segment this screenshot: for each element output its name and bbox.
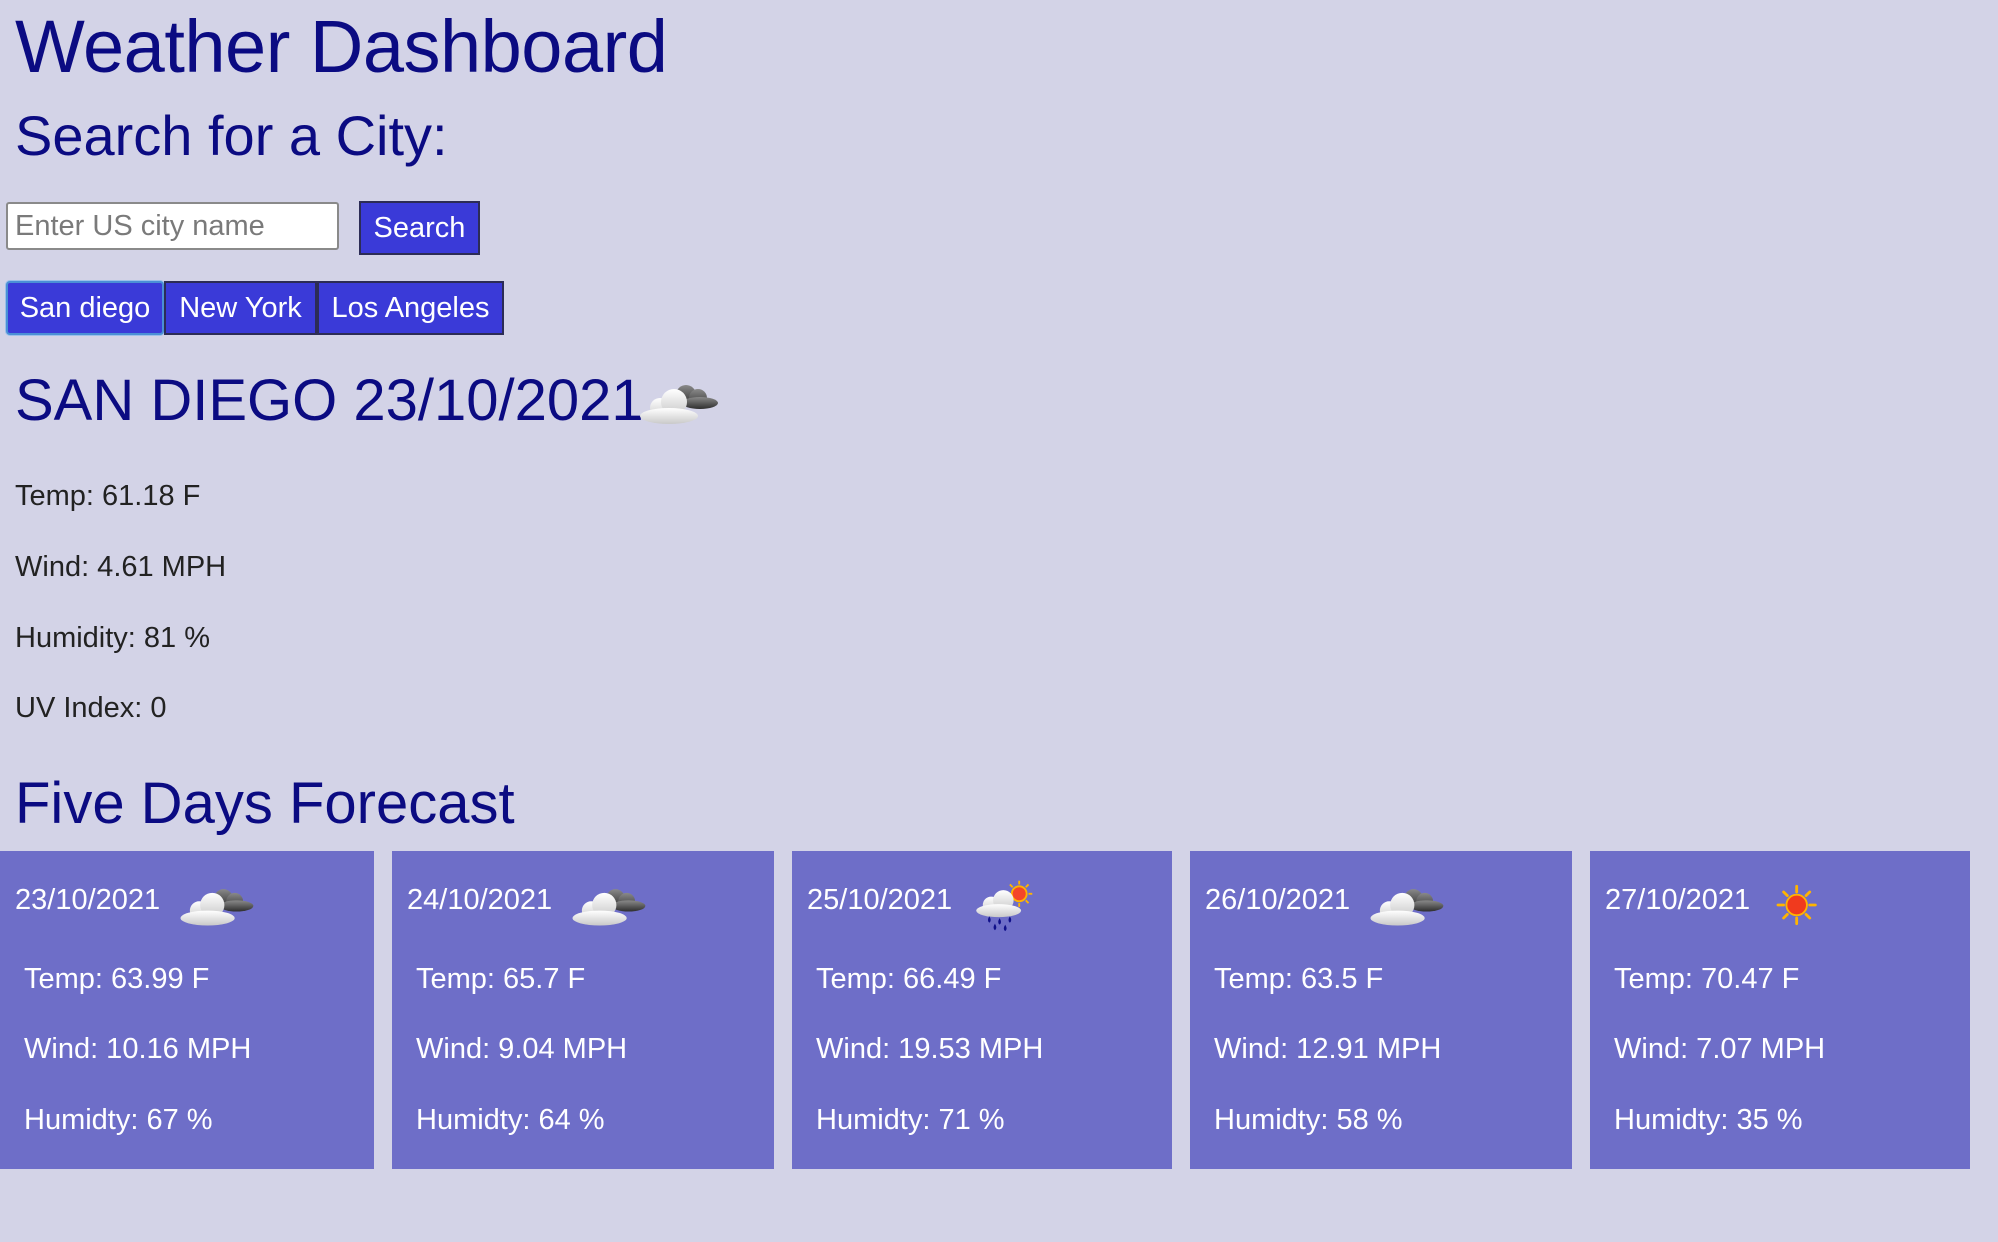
forecast-wind: Wind: 12.91 MPH — [1214, 1033, 1442, 1065]
forecast-temp: Temp: 70.47 F — [1614, 963, 1800, 995]
forecast-wind: Wind: 9.04 MPH — [416, 1033, 628, 1065]
current-humidity: Humidity: 81 % — [15, 622, 211, 654]
forecast-card: 23/10/2021 Temp: 63.99 F Wind: 10.16 MPH… — [0, 851, 374, 1169]
forecast-humidity: Humidty: 64 % — [416, 1104, 605, 1136]
current-wind: Wind: 4.61 MPH — [15, 551, 227, 583]
forecast-date: 27/10/2021 — [1605, 884, 1751, 916]
forecast-temp: Temp: 66.49 F — [816, 963, 1002, 995]
sun-icon — [1776, 884, 1817, 926]
forecast-humidity: Humidty: 67 % — [24, 1104, 213, 1136]
page-title: Weather Dashboard — [15, 5, 668, 88]
forecast-card: 24/10/2021 Temp: 65.7 F Wind: 9.04 MPH H… — [392, 851, 774, 1169]
forecast-date: 23/10/2021 — [15, 884, 161, 916]
forecast-card: 27/10/2021 Temp: 70.47 F Wind: 7.07 MPH … — [1590, 851, 1970, 1169]
forecast-date: 26/10/2021 — [1205, 884, 1351, 916]
forecast-date: 24/10/2021 — [407, 884, 553, 916]
forecast-humidity: Humidty: 58 % — [1214, 1104, 1403, 1136]
forecast-wind: Wind: 19.53 MPH — [816, 1033, 1044, 1065]
cloudy-icon — [1370, 889, 1444, 926]
forecast-wind: Wind: 7.07 MPH — [1614, 1033, 1826, 1065]
forecast-card: 26/10/2021 Temp: 63.5 F Wind: 12.91 MPH … — [1190, 851, 1572, 1169]
rain-sun-icon — [976, 880, 1033, 932]
forecast-date: 25/10/2021 — [807, 884, 953, 916]
current-uv-index: UV Index: 0 — [15, 692, 167, 724]
forecast-heading: Five Days Forecast — [15, 771, 515, 836]
search-button[interactable]: Search — [359, 201, 480, 255]
forecast-wind: Wind: 10.16 MPH — [24, 1033, 252, 1065]
search-input[interactable] — [6, 202, 339, 250]
forecast-humidity: Humidty: 71 % — [816, 1104, 1005, 1136]
cloudy-icon — [572, 889, 646, 926]
search-heading: Search for a City: — [15, 104, 448, 167]
forecast-humidity: Humidty: 35 % — [1614, 1104, 1803, 1136]
forecast-temp: Temp: 63.5 F — [1214, 963, 1384, 995]
history-city-san-diego-button[interactable]: San diego — [6, 281, 164, 335]
current-city-title: SAN DIEGO 23/10/2021 — [15, 368, 644, 433]
forecast-card: 25/10/2021 Temp: 66.49 F Wind: 19.53 MPH… — [792, 851, 1172, 1169]
cloudy-icon — [180, 889, 254, 926]
history-city-los-angeles-button[interactable]: Los Angeles — [317, 281, 504, 335]
forecast-temp: Temp: 63.99 F — [24, 963, 210, 995]
history-city-new-york-button[interactable]: New York — [164, 281, 317, 335]
forecast-temp: Temp: 65.7 F — [416, 963, 586, 995]
cloudy-icon — [640, 385, 718, 424]
current-temp: Temp: 61.18 F — [15, 480, 201, 512]
